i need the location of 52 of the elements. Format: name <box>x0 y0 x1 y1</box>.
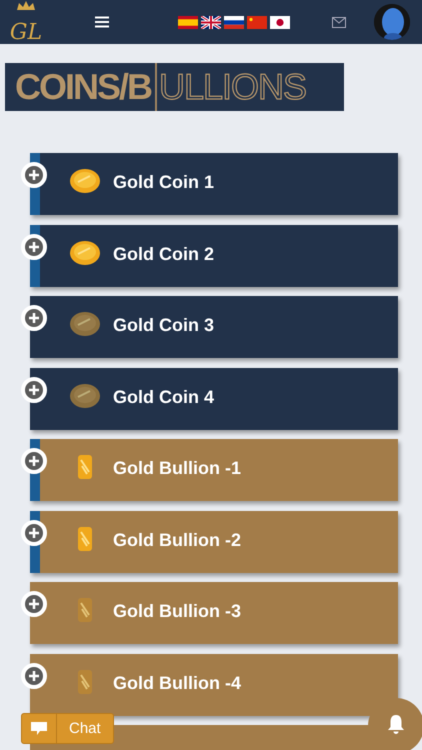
product-title: Gold Coin 2 <box>113 244 214 264</box>
ingot-icon <box>77 668 93 694</box>
product-card[interactable] <box>30 153 398 215</box>
product-title: Gold Coin 1 <box>113 172 214 193</box>
product-card[interactable] <box>30 368 398 430</box>
coin-icon <box>69 311 101 337</box>
expand-button[interactable] <box>21 305 47 331</box>
plus-icon <box>28 455 40 467</box>
coin-icon <box>69 382 101 408</box>
product-card[interactable] <box>30 439 398 501</box>
product-title: Gold Bullion -4 <box>113 672 241 694</box>
expand-button[interactable] <box>21 591 47 617</box>
plus-icon <box>28 240 40 252</box>
avatar[interactable] <box>374 4 410 40</box>
expand-button[interactable] <box>21 520 47 546</box>
product-title: Gold Coin 3 <box>113 315 214 336</box>
plus-icon <box>28 598 40 610</box>
coin-icon <box>69 168 101 194</box>
menu-icon[interactable] <box>95 16 109 28</box>
russian-flag-icon[interactable] <box>224 16 244 28</box>
expand-button[interactable] <box>21 234 47 260</box>
banner-text: ULLIONS <box>158 66 306 108</box>
ingot-icon <box>77 526 93 552</box>
banner-text: COINS/B <box>5 63 158 111</box>
british-flag-icon[interactable] <box>201 16 221 28</box>
plus-icon <box>28 169 40 181</box>
product-title: Gold Bullion -1 <box>113 458 241 479</box>
product-title: Gold Bullion -2 <box>113 530 241 550</box>
japanese-flag-icon[interactable] <box>270 16 290 28</box>
crown-icon <box>16 1 36 11</box>
coin-icon <box>69 240 101 266</box>
mail-icon[interactable] <box>332 16 346 28</box>
spanish-flag-icon[interactable] <box>178 16 198 28</box>
speech-bubble-icon <box>31 722 47 735</box>
plus-icon <box>28 384 40 396</box>
product-card[interactable] <box>30 296 398 358</box>
product-card[interactable] <box>30 510 398 572</box>
plus-icon <box>28 312 40 324</box>
product-card[interactable] <box>30 224 398 286</box>
plus-icon <box>28 526 40 538</box>
expand-button[interactable] <box>21 448 47 474</box>
expand-button[interactable] <box>21 376 47 402</box>
expand-button[interactable] <box>21 162 47 188</box>
bell-icon <box>387 714 405 734</box>
plus-icon <box>28 670 40 682</box>
product-title: Gold Bullion -3 <box>113 601 241 622</box>
chinese-flag-icon[interactable] <box>247 16 267 28</box>
ingot-icon <box>77 454 93 480</box>
ingot-icon <box>77 597 93 623</box>
expand-button[interactable] <box>21 662 47 688</box>
logo[interactable]: GL <box>10 22 42 44</box>
product-title: Gold Coin 4 <box>113 386 214 408</box>
